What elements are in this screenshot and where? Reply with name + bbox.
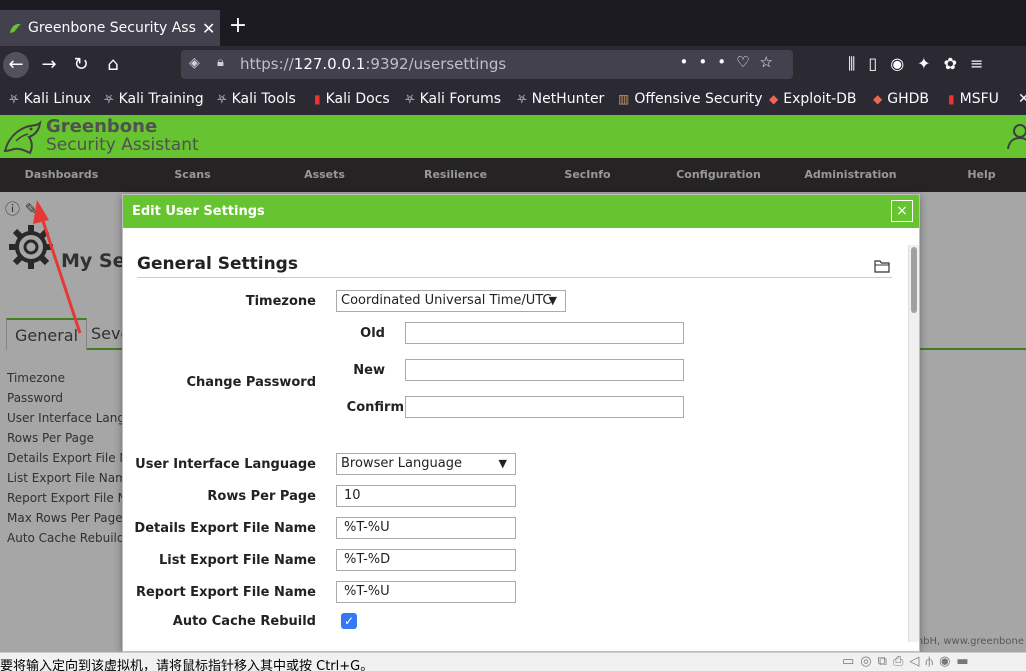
greenbone-logo-icon xyxy=(3,120,42,155)
bookmarks-toolbar: ⛧ Kali Linux ⛧ Kali Training ⛧ Kali Tools ▮… xyxy=(0,84,1026,115)
bookmark-offensive-security[interactable]: ▥ Offensive Security xyxy=(618,91,763,107)
report-export-label: Report Export File Name xyxy=(135,585,316,600)
reload-button[interactable]: ↻ xyxy=(68,52,94,78)
cd-icon: ◎ xyxy=(860,654,878,669)
gsa-header: Greenbone Security Assistant xyxy=(0,115,1026,158)
url-text[interactable]: https://127.0.0.1:9392/usersettings xyxy=(240,55,506,73)
ui-language-label: User Interface Language xyxy=(135,457,316,472)
tab-title: Greenbone Security Assis xyxy=(28,20,196,36)
window-top-strip xyxy=(0,0,1026,10)
browser-tab[interactable]: Greenbone Security Assis ✕ xyxy=(0,10,220,46)
dialog-close-button[interactable]: × xyxy=(891,200,913,222)
ui-language-select[interactable]: Browser Language ▼ xyxy=(336,453,516,475)
bookmark-kali-linux[interactable]: ⛧ Kali Linux xyxy=(9,91,91,107)
edit-user-settings-dialog: Edit User Settings × General Settings Ti… xyxy=(122,194,920,652)
auto-cache-checkbox[interactable]: ✓ xyxy=(341,613,357,629)
auto-cache-label: Auto Cache Rebuild xyxy=(172,614,316,629)
dialog-title: Edit User Settings xyxy=(123,195,919,228)
details-export-label: Details Export File Name xyxy=(134,521,316,536)
kali-icon: ⛧ xyxy=(405,91,415,106)
pocket-icon: ♡ xyxy=(736,53,760,71)
menu-icon: ≡ xyxy=(969,54,997,73)
rows-per-page-field[interactable]: 10 xyxy=(336,485,516,507)
kali-icon: ⛧ xyxy=(217,91,227,106)
home-button[interactable]: ⌂ xyxy=(100,52,126,78)
section-divider xyxy=(137,277,892,278)
old-password-label: Old xyxy=(360,326,385,341)
tracking-shield-icon[interactable]: ◈ xyxy=(189,55,200,71)
greenbone-favicon-icon xyxy=(10,23,21,33)
address-bar[interactable]: ◈ 🔒︎ https://127.0.0.1:9392/usersettings… xyxy=(181,50,793,79)
exploit-db-icon: ◆ xyxy=(769,92,779,106)
ghdb-icon: ◆ xyxy=(873,92,883,106)
forward-button[interactable]: → xyxy=(36,52,62,78)
bookmark-kali-docs[interactable]: ▮ Kali Docs xyxy=(314,91,390,107)
library-icon: ⫼ xyxy=(848,54,869,73)
kali-icon: ⛧ xyxy=(104,91,114,106)
msfu-icon: ▮ xyxy=(948,92,955,106)
ui-language-value: Browser Language xyxy=(341,456,462,471)
bookmark-nethunter[interactable]: ⛧ NetHunter xyxy=(517,91,604,107)
bookmark-kali-tools[interactable]: ⛧ Kali Tools xyxy=(217,91,296,107)
dialog-scrollbar[interactable] xyxy=(908,245,919,642)
toolbar-icons[interactable]: ⫼▯◉✦✿≡ xyxy=(848,54,996,74)
status-message: 要将输入定向到该虚拟机，请将鼠标指针移入其中或按 Ctrl+G。 xyxy=(0,659,374,671)
network-icon: ⧉ xyxy=(877,654,893,669)
hdd-icon: ▭ xyxy=(842,654,861,669)
usb-icon: ⫛ xyxy=(925,654,940,669)
browser-navigation-bar: ← → ↻ ⌂ ◈ 🔒︎ https://127.0.0.1:9392/user… xyxy=(0,46,1026,84)
chevron-down-icon: ▼ xyxy=(498,457,507,470)
new-tab-button[interactable]: + xyxy=(226,15,250,39)
extension2-icon: ✿ xyxy=(943,54,970,73)
kali-icon: ⛧ xyxy=(9,91,19,106)
rows-per-page-label: Rows Per Page xyxy=(207,489,316,504)
bookmarks-overflow-icon[interactable]: ✕ xyxy=(1018,91,1026,107)
chevron-down-icon: ▼ xyxy=(548,294,557,307)
vm-status-bar: 要将输入定向到该虚拟机，请将鼠标指针移入其中或按 Ctrl+G。 ▭◎⧉⎙◁⫛◉… xyxy=(0,652,1026,671)
bookmark-ghdb[interactable]: ◆ GHDB xyxy=(873,91,929,107)
display-icon: ▬ xyxy=(956,654,975,669)
browser-tab-bar: Greenbone Security Assis ✕ + xyxy=(0,10,1026,46)
lock-icon[interactable]: 🔒︎ xyxy=(217,55,224,70)
old-password-field[interactable] xyxy=(405,322,684,344)
change-password-label: Change Password xyxy=(186,375,316,390)
user-icon[interactable] xyxy=(1004,121,1026,151)
page-actions-icons[interactable]: •••♡☆ xyxy=(680,53,783,71)
account-icon: ◉ xyxy=(890,54,918,73)
back-button[interactable]: ← xyxy=(3,52,29,78)
confirm-password-label: Confirm xyxy=(346,400,404,415)
new-password-label: New xyxy=(353,363,385,378)
logo-text: Greenbone Security Assistant xyxy=(46,116,199,155)
bookmark-msfu[interactable]: ▮ MSFU xyxy=(948,91,999,107)
list-export-label: List Export File Name xyxy=(158,553,316,568)
confirm-password-field[interactable] xyxy=(405,396,684,418)
device-icons[interactable]: ▭◎⧉⎙◁⫛◉▬ xyxy=(842,654,975,669)
sidebar-icon: ▯ xyxy=(868,54,891,73)
disc-icon: ◉ xyxy=(939,654,957,669)
bookmark-exploit-db[interactable]: ◆ Exploit-DB xyxy=(769,91,857,107)
bookmark-kali-training[interactable]: ⛧ Kali Training xyxy=(104,91,204,107)
timezone-label: Timezone xyxy=(245,294,316,309)
folder-icon[interactable] xyxy=(874,259,890,273)
section-title: General Settings xyxy=(137,254,298,274)
bookmark-star-icon: ☆ xyxy=(759,53,783,71)
kali-docs-icon: ▮ xyxy=(314,92,321,106)
timezone-value: Coordinated Universal Time/UTC xyxy=(341,293,552,308)
timezone-select[interactable]: Coordinated Universal Time/UTC ▼ xyxy=(336,290,566,312)
extension-icon: ✦ xyxy=(917,54,944,73)
nethunter-icon: ⛧ xyxy=(517,91,527,106)
new-password-field[interactable] xyxy=(405,359,684,381)
printer-icon: ⎙ xyxy=(892,654,910,669)
tab-close-icon[interactable]: ✕ xyxy=(202,19,215,38)
bookmark-kali-forums[interactable]: ⛧ Kali Forums xyxy=(405,91,501,107)
scrollbar-thumb[interactable] xyxy=(911,247,917,313)
report-export-field[interactable]: %T-%U xyxy=(336,581,516,603)
logo-line2: Security Assistant xyxy=(46,135,199,155)
offsec-icon: ▥ xyxy=(618,92,630,106)
list-export-field[interactable]: %T-%D xyxy=(336,549,516,571)
details-export-field[interactable]: %T-%U xyxy=(336,517,516,539)
sound-icon: ◁ xyxy=(909,654,926,669)
logo-line1: Greenbone xyxy=(46,116,158,137)
